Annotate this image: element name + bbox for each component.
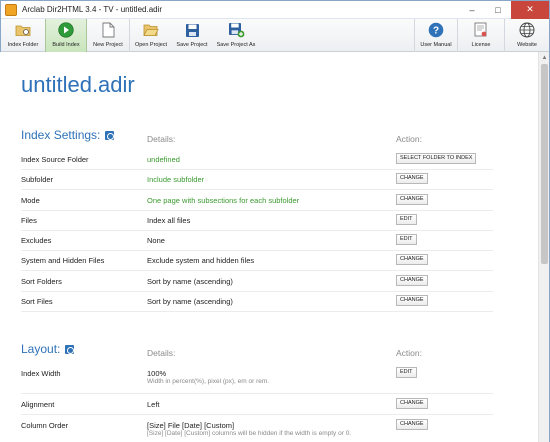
title-bar: Arclab Dir2HTML 3.4 - TV - untitled.adir… xyxy=(1,1,549,19)
row-name: Mode xyxy=(21,196,40,205)
details-column-header: Details: xyxy=(147,348,176,358)
settings-row: Excludes None EDIT xyxy=(21,231,493,251)
details-column-header: Details: xyxy=(147,134,176,144)
row-detail: Left xyxy=(147,400,160,409)
svg-text:?: ? xyxy=(433,26,439,37)
layout-row: Column Order [Size] File [Date] [Custom]… xyxy=(21,416,493,442)
action-column-header: Action: xyxy=(396,348,422,358)
page-title: untitled.adir xyxy=(21,72,135,97)
change-button[interactable]: CHANGE xyxy=(396,419,428,430)
save-project-button[interactable]: Save Project xyxy=(172,19,212,52)
new-project-button[interactable]: New Project xyxy=(87,19,129,52)
save-disk-icon xyxy=(183,21,201,39)
open-folder-icon xyxy=(142,21,160,39)
settings-row: Index Source Folder undefined SELECT FOL… xyxy=(21,150,493,170)
action-column-header: Action: xyxy=(396,134,422,144)
maximize-button[interactable]: □ xyxy=(485,1,511,19)
layout-header: Layout: xyxy=(21,342,75,356)
change-button[interactable]: CHANGE xyxy=(396,275,428,286)
save-project-as-label: Save Project As xyxy=(216,42,256,48)
project-document: untitled.adir Index Settings: Details: A… xyxy=(0,52,538,442)
change-button[interactable]: CHANGE xyxy=(396,194,428,205)
row-name: Excludes xyxy=(21,236,52,245)
index-settings-header: Index Settings: xyxy=(21,128,115,142)
row-detail: Sort by name (ascending) xyxy=(147,277,233,286)
layout-row: Index Width 100% Width in percent(%), pi… xyxy=(21,364,493,394)
settings-row: System and Hidden Files Exclude system a… xyxy=(21,251,493,271)
vertical-scrollbar[interactable]: ▲ xyxy=(538,52,549,442)
build-index-label: Build Index xyxy=(52,42,80,48)
toolbar: Index Folder Build Index New Project Ope… xyxy=(1,19,549,52)
row-name: Sort Folders xyxy=(21,277,62,286)
row-name: Index Width xyxy=(21,369,61,378)
open-project-label: Open Project xyxy=(134,42,168,48)
open-project-button[interactable]: Open Project xyxy=(130,19,172,52)
scroll-thumb[interactable] xyxy=(541,64,548,264)
row-detail: 100% xyxy=(147,369,167,378)
save-as-disk-icon xyxy=(227,21,245,39)
license-document-icon xyxy=(472,21,490,39)
folder-icon xyxy=(14,21,32,39)
row-detail: One page with subsections for each subfo… xyxy=(147,196,300,205)
settings-row: Files Index all files EDIT xyxy=(21,211,493,231)
user-manual-button[interactable]: ? User Manual xyxy=(415,19,457,52)
row-name: Files xyxy=(21,216,37,225)
row-name: Subfolder xyxy=(21,175,54,184)
website-label: Website xyxy=(517,42,537,48)
index-folder-label: Index Folder xyxy=(7,42,39,48)
website-button[interactable]: Website xyxy=(505,19,549,52)
settings-row: Mode One page with subsections for each … xyxy=(21,191,493,211)
close-button[interactable]: ✕ xyxy=(511,1,549,19)
row-name: Sort Files xyxy=(21,297,53,306)
row-name: Index Source Folder xyxy=(21,155,89,164)
new-document-icon xyxy=(99,21,117,39)
index-settings-title: Index Settings: xyxy=(21,128,101,142)
select-folder-button[interactable]: SELECT FOLDER TO INDEX xyxy=(396,153,477,164)
change-button[interactable]: CHANGE xyxy=(396,254,428,265)
row-detail: None xyxy=(147,236,165,245)
row-hint: [Size] [Date] [Custom] columns will be h… xyxy=(147,430,352,437)
change-button[interactable]: CHANGE xyxy=(396,398,428,409)
row-detail: Sort by name (ascending) xyxy=(147,297,233,306)
user-manual-label: User Manual xyxy=(420,42,452,48)
new-project-label: New Project xyxy=(93,42,123,48)
row-detail: Include subfolder xyxy=(147,175,205,184)
row-name: System and Hidden Files xyxy=(21,256,105,265)
change-button[interactable]: CHANGE xyxy=(396,295,428,306)
window-title: Arclab Dir2HTML 3.4 - TV - untitled.adir xyxy=(22,5,163,14)
save-project-as-button[interactable]: Save Project As xyxy=(212,19,260,52)
license-button[interactable]: License xyxy=(458,19,504,52)
edit-button[interactable]: EDIT xyxy=(396,234,417,245)
index-folder-button[interactable]: Index Folder xyxy=(1,19,45,52)
settings-row: Subfolder Include subfolder CHANGE xyxy=(21,170,493,190)
globe-icon xyxy=(518,21,536,39)
row-detail: [Size] File [Date] [Custom] xyxy=(147,421,235,430)
license-label: License xyxy=(471,42,491,48)
settings-row: Sort Files Sort by name (ascending) CHAN… xyxy=(21,292,493,312)
change-button[interactable]: CHANGE xyxy=(396,173,428,184)
layout-row: Alignment Left CHANGE xyxy=(21,395,493,415)
row-detail: undefined xyxy=(147,155,180,164)
layout-title: Layout: xyxy=(21,342,61,356)
edit-button[interactable]: EDIT xyxy=(396,214,417,225)
build-index-button[interactable]: Build Index xyxy=(45,19,87,52)
settings-row: Sort Folders Sort by name (ascending) CH… xyxy=(21,272,493,292)
edit-button[interactable]: EDIT xyxy=(396,367,417,378)
scroll-up-arrow-icon[interactable]: ▲ xyxy=(539,52,550,63)
row-detail: Exclude system and hidden files xyxy=(147,256,255,265)
app-logo-icon xyxy=(5,3,17,16)
help-icon: ? xyxy=(427,21,445,39)
minimize-button[interactable]: – xyxy=(459,1,485,19)
save-project-label: Save Project xyxy=(176,42,208,48)
row-hint: Width in percent(%), pixel (px), em or r… xyxy=(147,378,270,385)
row-detail: Index all files xyxy=(147,216,191,225)
row-name: Alignment xyxy=(21,400,55,409)
layout-info-icon[interactable] xyxy=(65,344,75,354)
row-name: Column Order xyxy=(21,421,69,430)
play-icon xyxy=(57,21,75,39)
settings-info-icon[interactable] xyxy=(105,130,115,140)
